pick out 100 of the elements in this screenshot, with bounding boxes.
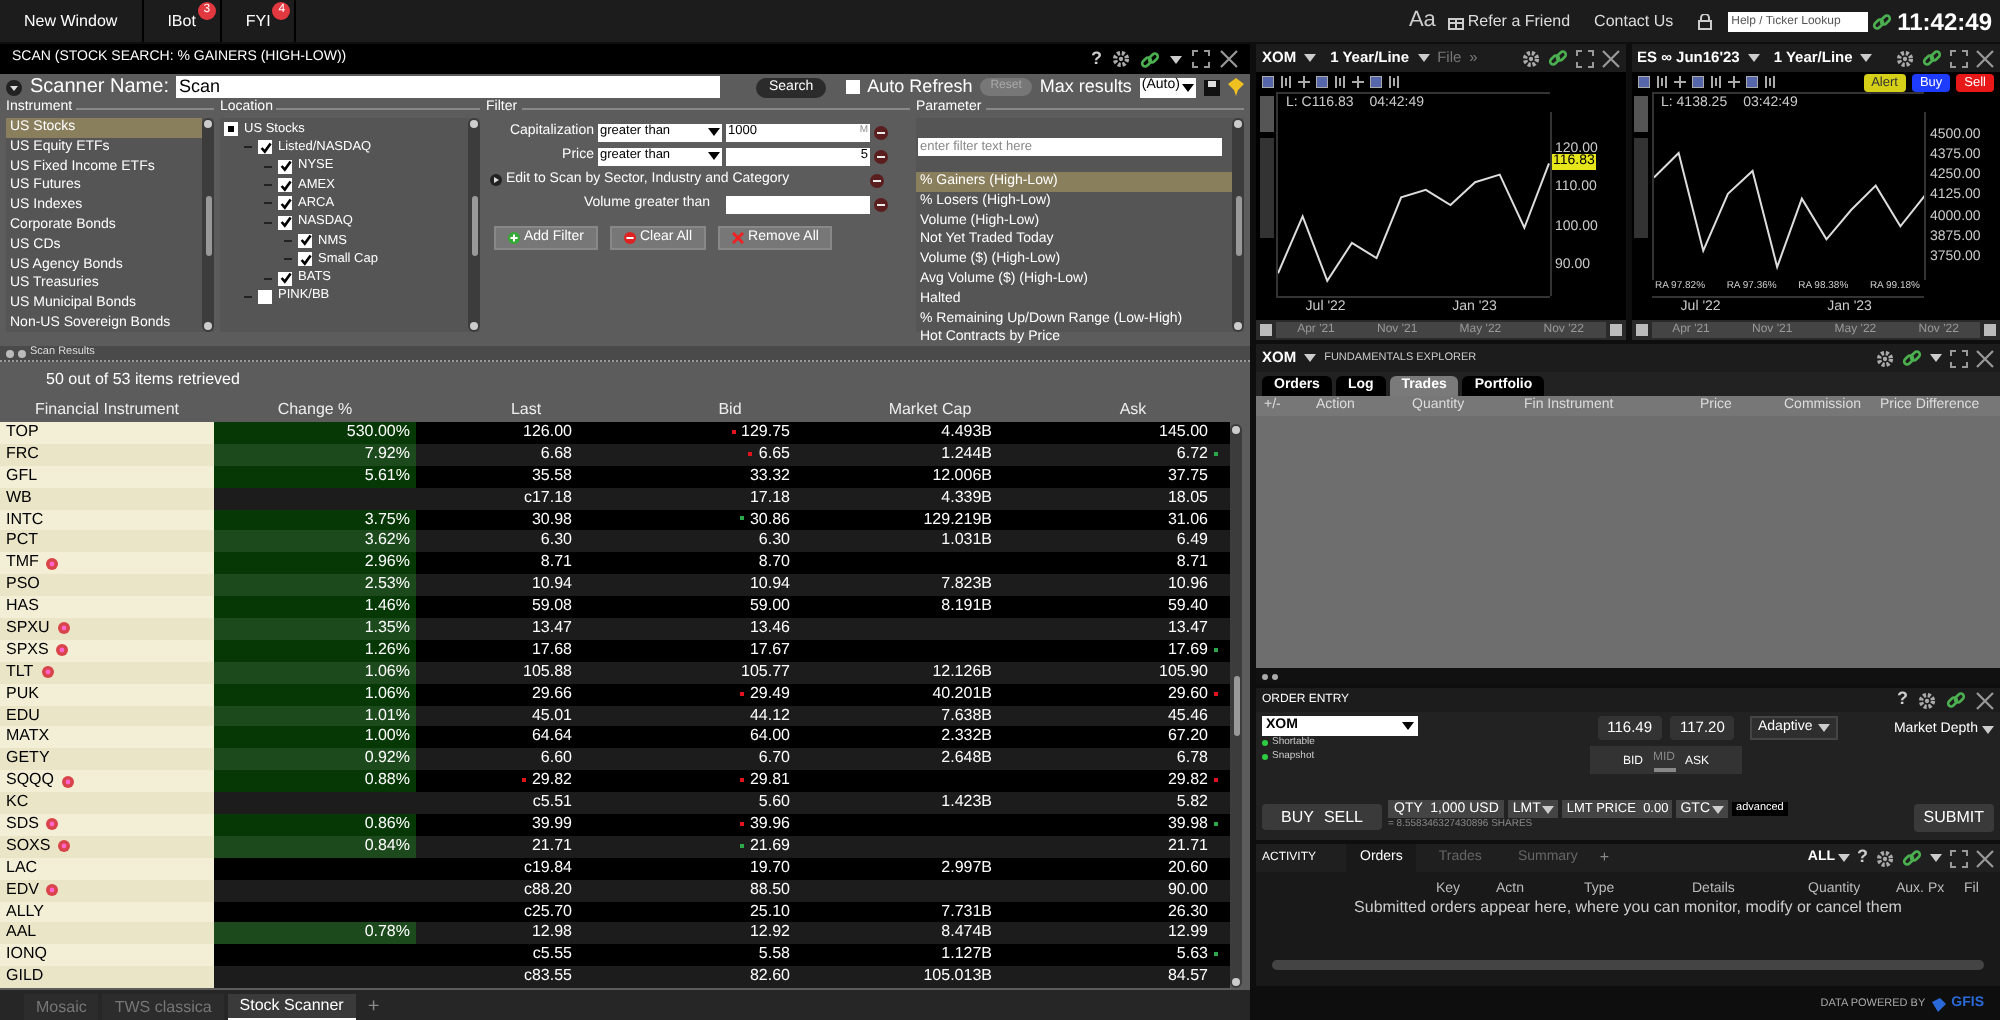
scrollbar[interactable]	[468, 118, 480, 332]
chart-tool-icon[interactable]	[1727, 76, 1739, 88]
caret-icon[interactable]	[1860, 54, 1873, 62]
caret-icon[interactable]	[1930, 354, 1942, 362]
table-row[interactable]: FRC 7.92% 6.68 6.65 1.244B 6.72	[0, 443, 1230, 466]
table-row[interactable]: IONQ c5.55 5.58 1.127B 5.63	[0, 944, 1230, 967]
column-header[interactable]: Bid	[636, 398, 824, 422]
table-row[interactable]: GFL 5.61% 35.58 33.32 12.006B 37.75	[0, 465, 1230, 488]
table-row[interactable]: TLT 1.06% 105.88 105.77 12.126B 105.90	[0, 661, 1230, 684]
table-row[interactable]: ALLY c25.70 25.10 7.731B 26.30	[0, 901, 1230, 923]
chart-tool-icon[interactable]	[1334, 76, 1346, 88]
scanner-name-field[interactable]: Scan	[176, 76, 721, 98]
caret-icon[interactable]	[1181, 83, 1194, 91]
tree-root-icon[interactable]	[224, 122, 238, 137]
chart-tool-icon[interactable]	[1352, 76, 1364, 88]
maximize-icon[interactable]	[1575, 49, 1593, 67]
table-row[interactable]: SOXS 0.84% 21.71 21.69 21.71	[0, 835, 1230, 858]
horizontal-scrollbar[interactable]	[1272, 960, 1984, 970]
column-header[interactable]: Ask	[1036, 398, 1230, 422]
checkbox[interactable]	[258, 289, 272, 304]
caret-icon[interactable]	[1712, 805, 1725, 814]
scroll-left-button[interactable]	[1635, 324, 1647, 336]
caret-icon[interactable]	[1170, 55, 1182, 63]
caret-icon[interactable]	[1402, 722, 1414, 730]
caret-icon[interactable]	[1304, 354, 1317, 362]
buy-sell-toggle[interactable]: BUY SELL	[1262, 804, 1382, 830]
checkbox[interactable]	[298, 233, 312, 248]
caret-icon[interactable]	[1542, 805, 1555, 814]
caret-icon[interactable]	[1930, 854, 1942, 862]
chart-tool-icon[interactable]	[1763, 76, 1775, 88]
checkbox[interactable]	[298, 252, 312, 267]
scroll-handle[interactable]	[1259, 96, 1273, 132]
link-icon[interactable]	[1902, 348, 1922, 368]
help-button[interactable]: ?	[1897, 686, 1908, 714]
settings-icon[interactable]	[1876, 849, 1894, 867]
link-icon[interactable]	[1871, 11, 1892, 31]
table-row[interactable]: TMF 2.96% 8.71 8.70 8.71	[0, 552, 1230, 575]
caret-icon[interactable]	[1837, 854, 1849, 862]
lock-icon[interactable]	[1697, 13, 1712, 29]
table-row[interactable]: SPXS 1.26% 17.68 17.67 17.69	[0, 639, 1230, 662]
column-header[interactable]: Change %	[214, 398, 416, 422]
remove-filter-icon[interactable]	[874, 125, 888, 139]
table-row[interactable]: HAS 1.46% 59.08 59.00 8.191B 59.40	[0, 596, 1230, 619]
link-icon[interactable]	[1547, 48, 1567, 68]
scroll-handle[interactable]	[1634, 138, 1648, 238]
caret-icon[interactable]	[1982, 726, 1994, 735]
close-icon[interactable]	[1601, 49, 1619, 67]
chart-tool-icon[interactable]	[1655, 76, 1667, 88]
maximize-icon[interactable]	[1950, 349, 1968, 367]
scrollbar[interactable]	[1232, 118, 1244, 332]
close-icon[interactable]	[1220, 50, 1238, 68]
table-row[interactable]: TOP 530.00% 126.00 129.75 4.493B 145.00	[0, 422, 1230, 444]
scrollbar[interactable]	[1230, 424, 1242, 988]
pin-icon[interactable]	[1227, 78, 1244, 96]
table-row[interactable]: SQQQ 0.88% 29.82 29.81 29.82	[0, 770, 1230, 793]
help-button[interactable]: ?	[1857, 844, 1868, 872]
link-icon[interactable]	[1946, 690, 1966, 710]
chart-tool-icon[interactable]	[1673, 76, 1685, 88]
caret-icon[interactable]	[1818, 724, 1831, 732]
scrollbar[interactable]	[202, 118, 214, 332]
chart-tool-icon[interactable]	[1691, 76, 1703, 88]
column-header[interactable]: Financial Instrument	[0, 398, 214, 422]
checkbox[interactable]	[278, 196, 292, 211]
header-link[interactable]: Refer a Friend	[1467, 9, 1571, 33]
table-row[interactable]: PCT 3.62% 6.30 6.30 1.031B 6.49	[0, 530, 1230, 553]
caret-icon[interactable]	[1747, 54, 1760, 62]
chart-tool-icon[interactable]	[1637, 76, 1649, 88]
caret-icon[interactable]	[708, 128, 720, 136]
submit-button[interactable]: SUBMIT	[1913, 803, 1994, 831]
caret-icon[interactable]	[708, 152, 720, 160]
collapse-icon[interactable]	[6, 79, 22, 95]
save-icon[interactable]	[1203, 79, 1220, 95]
chart-tool-icon[interactable]	[1745, 76, 1757, 88]
workspace-tab[interactable]: Stock Scanner	[227, 994, 356, 1020]
column-header[interactable]: Last	[416, 398, 636, 422]
table-row[interactable]: EDV c88.20 88.50 90.00	[0, 879, 1230, 902]
remove-filter-icon[interactable]	[874, 149, 888, 163]
scroll-handle[interactable]	[1634, 96, 1648, 132]
table-row[interactable]: SDS 0.86% 39.99 39.96 39.98	[0, 814, 1230, 836]
add-tab-button[interactable]: +	[1599, 846, 1610, 870]
link-icon[interactable]	[1922, 48, 1942, 68]
caret-icon[interactable]	[1304, 54, 1317, 62]
table-row[interactable]: GILD c83.55 82.60 105.013B 84.57	[0, 966, 1230, 989]
chart-tool-icon[interactable]	[1298, 76, 1310, 88]
checkbox[interactable]	[278, 271, 292, 286]
table-row[interactable]: LAC c19.84 19.70 2.997B 20.60	[0, 857, 1230, 880]
link-icon[interactable]	[1140, 49, 1160, 69]
filter-value-field[interactable]	[726, 195, 870, 213]
add-tab-button[interactable]: +	[359, 994, 388, 1020]
table-row[interactable]: KC c5.51 5.60 1.423B 5.82	[0, 792, 1230, 815]
remove-filter-icon[interactable]	[874, 197, 888, 211]
settings-icon[interactable]	[1918, 691, 1936, 709]
chart-tool-icon[interactable]	[1280, 76, 1292, 88]
close-icon[interactable]	[1976, 49, 1994, 67]
scroll-right-button[interactable]	[1609, 324, 1621, 336]
table-row[interactable]: GETY 0.92% 6.60 6.70 2.648B 6.78	[0, 748, 1230, 771]
link-icon[interactable]	[1902, 848, 1922, 868]
close-icon[interactable]	[1976, 691, 1994, 709]
maximize-icon[interactable]	[1192, 50, 1210, 68]
toolbar-button[interactable]: New Window	[0, 0, 144, 42]
